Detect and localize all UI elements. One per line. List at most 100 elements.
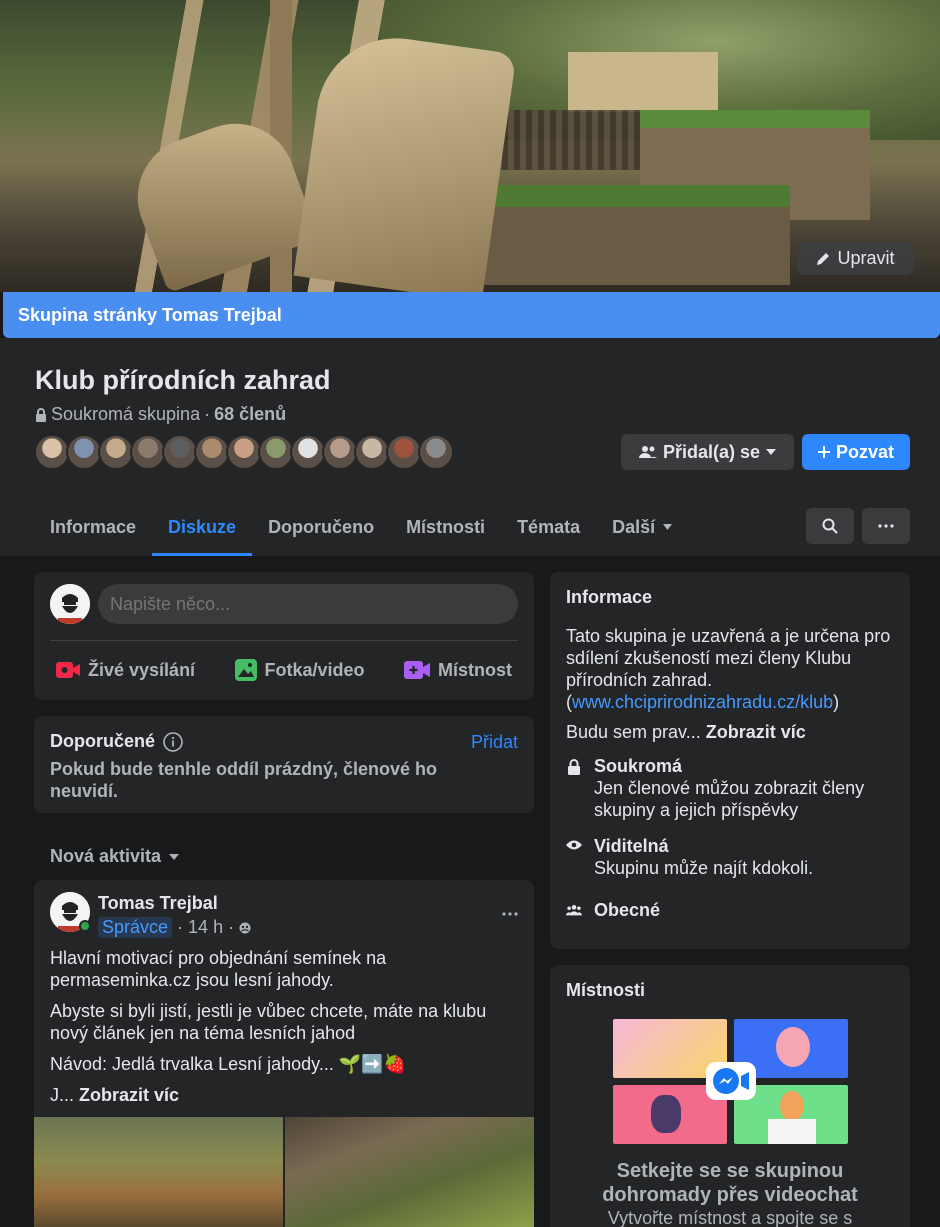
privacy-private: Soukromá Jen členové můžou zobrazit člen… bbox=[566, 756, 894, 821]
invite-label: Pozvat bbox=[835, 441, 895, 462]
member-avatar[interactable] bbox=[386, 434, 422, 470]
post-paragraph: Hlavní motivací pro objednání semínek na… bbox=[50, 948, 387, 990]
member-avatar[interactable] bbox=[194, 434, 230, 470]
group-type-general: Obecné bbox=[566, 900, 660, 921]
joined-label: Přidal(a) se bbox=[662, 441, 761, 462]
more-dots-icon bbox=[502, 912, 518, 916]
tab-informace[interactable]: Informace bbox=[34, 498, 152, 556]
member-avatar[interactable] bbox=[322, 434, 358, 470]
member-avatar[interactable] bbox=[258, 434, 294, 470]
photo-video-label: Fotka/video bbox=[264, 659, 365, 680]
people-icon bbox=[566, 905, 582, 916]
tab-dalsi[interactable]: Další bbox=[596, 498, 688, 556]
joined-button[interactable]: Přidal(a) se bbox=[621, 434, 794, 470]
composer-input[interactable] bbox=[98, 584, 518, 624]
room-button[interactable]: Místnost bbox=[398, 652, 518, 688]
caret-down-icon bbox=[766, 449, 777, 455]
member-avatar[interactable] bbox=[130, 434, 166, 470]
member-avatar[interactable] bbox=[418, 434, 454, 470]
member-avatar[interactable] bbox=[162, 434, 198, 470]
about-link[interactable]: www.chciprirodnizahradu.cz/klub bbox=[572, 692, 833, 712]
member-avatar[interactable] bbox=[226, 434, 262, 470]
post-author[interactable]: Tomas Trejbal bbox=[98, 893, 218, 914]
post-truncated-text: J... bbox=[50, 1085, 75, 1105]
more-dots-icon bbox=[878, 524, 894, 528]
about-truncated-text: Budu sem prav... bbox=[566, 722, 701, 742]
tab-label: Doporučeno bbox=[268, 516, 375, 537]
page-group-banner[interactable]: Skupina stránky Tomas Trejbal bbox=[3, 292, 940, 338]
member-avatar[interactable] bbox=[34, 434, 70, 470]
post-body: Hlavní motivací pro objednání semínek na… bbox=[50, 947, 520, 1115]
tab-diskuze[interactable]: Diskuze bbox=[152, 498, 253, 556]
tab-label: Místnosti bbox=[406, 516, 486, 537]
group-privacy[interactable]: Soukromá skupina bbox=[51, 404, 200, 425]
live-video-button[interactable]: Živé vysílání bbox=[50, 652, 201, 688]
photo-video-button[interactable]: Fotka/video bbox=[229, 652, 371, 688]
user-avatar-icon bbox=[50, 584, 90, 624]
edit-cover-button[interactable]: Upravit bbox=[797, 242, 913, 275]
info-icon[interactable] bbox=[163, 731, 183, 752]
rooms-sub: Vytvořte místnost a spojte se s bbox=[607, 1208, 853, 1227]
member-avatar[interactable] bbox=[98, 434, 134, 470]
member-avatars bbox=[34, 434, 454, 470]
caret-down-icon bbox=[169, 853, 180, 860]
people-icon bbox=[638, 446, 657, 458]
about-show-more-link[interactable]: Zobrazit víc bbox=[706, 722, 806, 742]
more-options-button[interactable] bbox=[862, 508, 910, 544]
cover-photo: Upravit bbox=[0, 0, 940, 292]
tab-mistnosti[interactable]: Místnosti bbox=[390, 498, 501, 556]
eye-icon bbox=[566, 840, 582, 850]
post-composer: Živé vysílání Fotka/video Místnost bbox=[34, 572, 534, 700]
tab-temata[interactable]: Témata bbox=[501, 498, 596, 556]
avatar[interactable] bbox=[50, 584, 90, 624]
member-avatar[interactable] bbox=[354, 434, 390, 470]
member-avatar[interactable] bbox=[290, 434, 326, 470]
admin-badge[interactable]: Správce bbox=[98, 917, 173, 938]
post-card: Tomas Trejbal Správce · 14 h · Hlavní mo… bbox=[34, 880, 534, 1227]
privacy-private-title: Soukromá bbox=[594, 756, 683, 776]
post-show-more-link[interactable]: Zobrazit víc bbox=[79, 1085, 179, 1105]
post-photo[interactable] bbox=[34, 1117, 283, 1227]
live-video-label: Živé vysílání bbox=[88, 659, 196, 680]
lock-icon bbox=[568, 759, 580, 775]
search-group-button[interactable] bbox=[806, 508, 854, 544]
recommended-title: Doporučené bbox=[50, 731, 183, 752]
messenger-icon bbox=[713, 1068, 749, 1094]
caret-down-icon bbox=[663, 524, 673, 530]
divider bbox=[50, 640, 518, 641]
visibility-title: Viditelná bbox=[594, 836, 669, 856]
room-label: Místnost bbox=[438, 659, 512, 680]
group-title[interactable]: Klub přírodních zahrad bbox=[35, 365, 331, 396]
live-video-icon bbox=[56, 662, 80, 678]
photo-icon bbox=[234, 659, 257, 681]
member-avatar[interactable] bbox=[66, 434, 102, 470]
post-photo[interactable] bbox=[285, 1117, 534, 1227]
recommended-title-text: Doporučené bbox=[50, 731, 156, 751]
post-more-button[interactable] bbox=[502, 900, 518, 921]
tab-doporuceno[interactable]: Doporučeno bbox=[252, 498, 390, 556]
recommended-add-link[interactable]: Přidat bbox=[471, 732, 518, 753]
search-icon bbox=[822, 518, 838, 534]
invite-button[interactable]: Pozvat bbox=[802, 434, 910, 470]
post-paragraph: Abyste si byli jistí, jestli je vůbec ch… bbox=[50, 1001, 487, 1043]
group-type-title: Obecné bbox=[594, 900, 661, 920]
group-member-count[interactable]: 68 členů bbox=[214, 404, 286, 425]
rooms-cta: Setkejte se se skupinou dohromady přes v… bbox=[602, 1160, 858, 1206]
online-status-dot bbox=[79, 920, 91, 932]
recommended-desc: Pokud bude tenhle oddíl prázdný, členové… bbox=[50, 759, 438, 801]
about-title: Informace bbox=[566, 587, 653, 607]
recommended-section: Doporučené Přidat Pokud bude tenhle oddí… bbox=[34, 716, 534, 813]
group-meta: Soukromá skupina · 68 členů bbox=[35, 404, 286, 425]
activity-sort-dropdown[interactable]: Nová aktivita bbox=[50, 846, 180, 867]
meta-separator: · bbox=[228, 917, 235, 937]
tab-label: Další bbox=[612, 516, 656, 537]
rooms-title: Místnosti bbox=[566, 980, 645, 1000]
about-more-row: Budu sem prav... Zobrazit víc bbox=[566, 722, 806, 743]
post-meta: Správce · 14 h · bbox=[98, 917, 251, 938]
lock-icon bbox=[36, 407, 46, 422]
post-time[interactable]: 14 h bbox=[188, 917, 223, 938]
pencil-icon bbox=[817, 252, 830, 265]
plus-icon bbox=[817, 446, 830, 458]
visibility-desc: Skupinu může najít kdokoli. bbox=[594, 858, 814, 878]
cover-shed bbox=[568, 52, 718, 112]
